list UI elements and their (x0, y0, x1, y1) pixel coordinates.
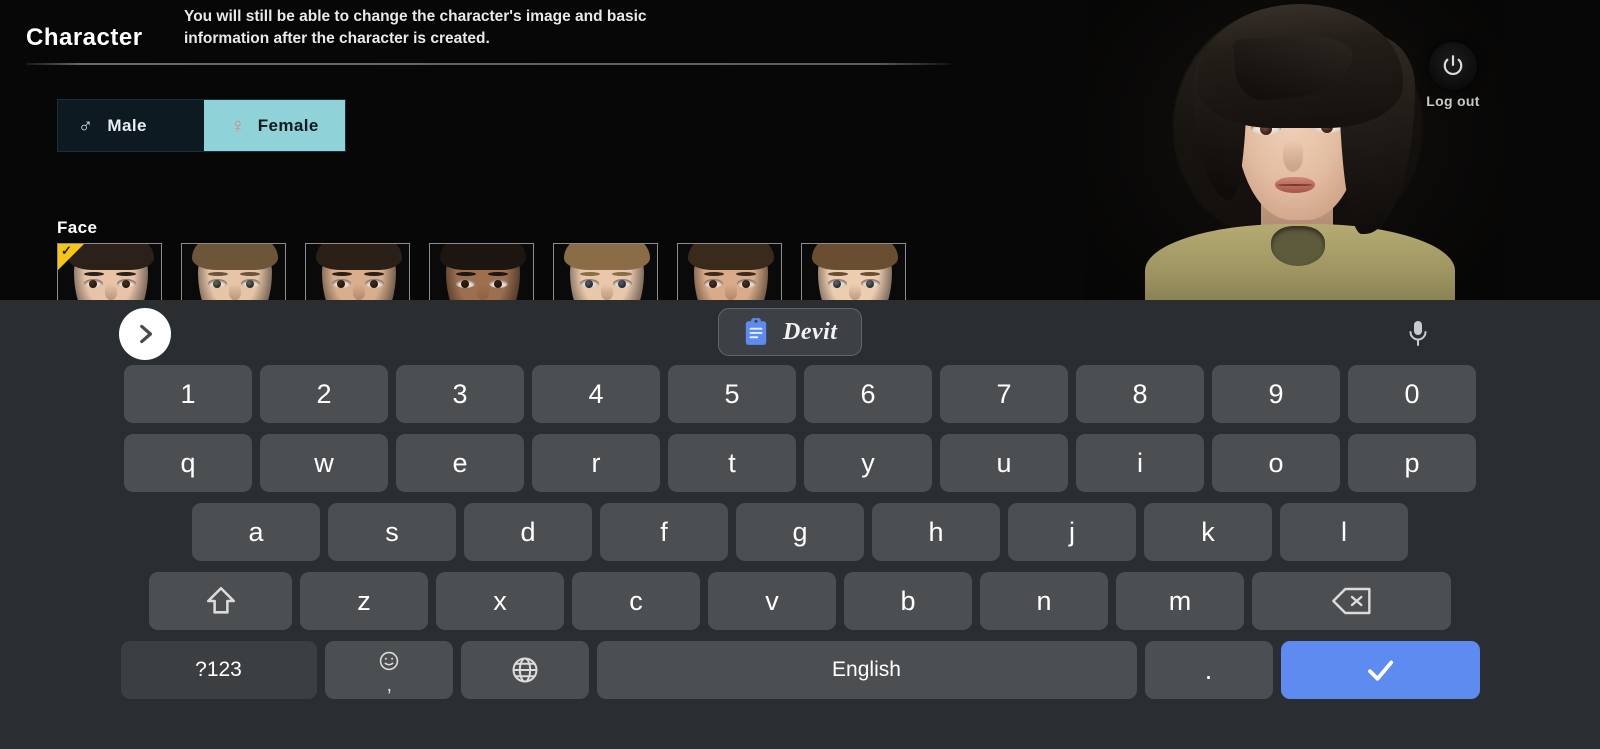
page-title: Character (26, 24, 143, 51)
key-m[interactable]: m (1116, 572, 1244, 630)
key-2[interactable]: 2 (260, 365, 388, 423)
portrait-nose (1283, 140, 1303, 172)
period-key[interactable]: . (1144, 641, 1273, 699)
key-8[interactable]: 8 (1076, 365, 1204, 423)
header: Character You will still be able to chan… (0, 0, 1040, 70)
chevron-right-icon[interactable] (119, 308, 171, 360)
key-0[interactable]: 0 (1348, 365, 1476, 423)
gender-male-label: Male (107, 115, 147, 135)
key-p[interactable]: p (1348, 434, 1476, 492)
clipboard-suggestion-chip[interactable]: Devit (718, 308, 863, 356)
face-thumbnail[interactable] (801, 243, 906, 302)
page-subtitle: You will still be able to change the cha… (184, 8, 647, 47)
logout-button[interactable]: Log out (1420, 42, 1486, 109)
key-h[interactable]: h (872, 503, 1000, 561)
face-thumbnail[interactable] (181, 243, 286, 302)
game-viewport: Character You will still be able to chan… (0, 0, 1600, 302)
enter-key[interactable] (1280, 641, 1480, 699)
bottom-row: ?123, English. (0, 641, 1600, 699)
key-x[interactable]: x (436, 572, 564, 630)
face-thumbnail[interactable] (305, 243, 410, 302)
character-creation-screen: Character You will still be able to chan… (0, 0, 1600, 749)
symbols-key[interactable]: ?123 (120, 641, 317, 699)
key-5[interactable]: 5 (668, 365, 796, 423)
key-n[interactable]: n (980, 572, 1108, 630)
key-f[interactable]: f (600, 503, 728, 561)
face-thumbnail[interactable]: ✓ (57, 243, 162, 302)
globe-key[interactable] (460, 641, 589, 699)
space-key[interactable]: English (596, 641, 1137, 699)
key-7[interactable]: 7 (940, 365, 1068, 423)
key-k[interactable]: k (1144, 503, 1272, 561)
key-c[interactable]: c (572, 572, 700, 630)
microphone-icon[interactable] (1396, 312, 1440, 356)
key-t[interactable]: t (668, 434, 796, 492)
face-thumbnail-image (182, 244, 285, 301)
key-e[interactable]: e (396, 434, 524, 492)
gender-option-male[interactable]: ♂ Male (58, 100, 204, 151)
key-u[interactable]: u (940, 434, 1068, 492)
face-thumbnail[interactable] (429, 243, 534, 302)
shift-key[interactable] (149, 572, 292, 630)
emoji-icon: , (374, 650, 404, 695)
gender-option-female[interactable]: ♀ Female (204, 100, 345, 151)
on-screen-keyboard: Devit 1234567890 qwertyuiop asdfghjkl zx… (0, 300, 1600, 749)
letter-row-1: qwertyuiop (0, 434, 1600, 492)
letter-row-3: zxcvbnm (0, 572, 1600, 630)
letter-row-2: asdfghjkl (0, 503, 1600, 561)
shift-icon (206, 586, 235, 614)
key-3[interactable]: 3 (396, 365, 524, 423)
face-thumbnail-image (678, 244, 781, 301)
gender-female-label: Female (257, 115, 319, 135)
globe-icon (512, 657, 537, 683)
selected-check-icon: ✓ (61, 243, 72, 258)
face-thumbnail-row: ✓ (57, 243, 906, 302)
key-j[interactable]: j (1008, 503, 1136, 561)
row-spacer (120, 503, 184, 561)
key-6[interactable]: 6 (804, 365, 932, 423)
key-r[interactable]: r (532, 434, 660, 492)
female-symbol-icon: ♀ (230, 114, 246, 137)
key-q[interactable]: q (124, 434, 252, 492)
check-icon (1368, 660, 1394, 681)
key-o[interactable]: o (1212, 434, 1340, 492)
suggestion-bar: Devit (0, 300, 1600, 365)
key-y[interactable]: y (804, 434, 932, 492)
face-thumbnail-image (306, 244, 409, 301)
key-g[interactable]: g (736, 503, 864, 561)
face-thumbnail-image (554, 244, 657, 301)
backspace-key[interactable] (1252, 572, 1451, 630)
portrait-lip-line (1277, 184, 1313, 186)
key-l[interactable]: l (1280, 503, 1408, 561)
key-a[interactable]: a (192, 503, 320, 561)
key-v[interactable]: v (708, 572, 836, 630)
logout-label: Log out (1426, 93, 1480, 109)
backspace-icon (1331, 587, 1371, 615)
key-w[interactable]: w (260, 434, 388, 492)
keyboard-rows: 1234567890 qwertyuiop asdfghjkl zxcvbnm … (0, 365, 1600, 710)
face-thumbnail-image (430, 244, 533, 301)
key-z[interactable]: z (300, 572, 428, 630)
clipboard-suggestion-text: Devit (783, 318, 838, 345)
key-s[interactable]: s (328, 503, 456, 561)
header-divider (26, 63, 951, 65)
key-i[interactable]: i (1076, 434, 1204, 492)
clipboard-icon (745, 318, 767, 345)
gender-toggle: ♂ Male ♀ Female (57, 99, 346, 152)
power-icon (1429, 42, 1477, 90)
face-thumbnail-image (802, 244, 905, 301)
male-symbol-icon: ♂ (78, 114, 94, 137)
face-section-label: Face (57, 218, 98, 237)
key-1[interactable]: 1 (124, 365, 252, 423)
key-d[interactable]: d (464, 503, 592, 561)
portrait-collar (1271, 226, 1325, 266)
number-row: 1234567890 (0, 365, 1600, 423)
row-spacer (1416, 503, 1480, 561)
face-thumbnail[interactable] (677, 243, 782, 302)
key-4[interactable]: 4 (532, 365, 660, 423)
key-9[interactable]: 9 (1212, 365, 1340, 423)
emoji-key[interactable]: , (324, 641, 453, 699)
key-b[interactable]: b (844, 572, 972, 630)
face-thumbnail[interactable] (553, 243, 658, 302)
